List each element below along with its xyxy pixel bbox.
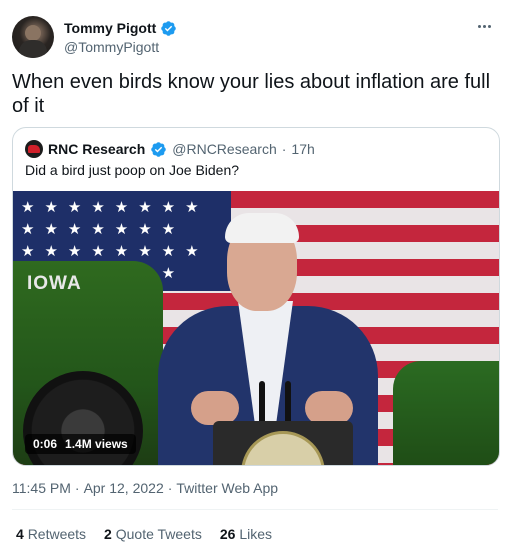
avatar-head-shape [25,25,41,41]
speaker-hand-left [191,391,239,425]
display-name-row: Tommy Pigott [64,20,177,37]
meta-separator: · [167,480,173,496]
quoted-age[interactable]: 17h [291,141,314,157]
author-names: Tommy Pigott @TommyPigott [64,20,177,55]
speaker-hair [225,213,299,243]
likes-count: 26 [219,526,236,542]
more-dot [487,24,491,28]
iowa-banner-text: IOWA [27,273,82,294]
display-name[interactable]: Tommy Pigott [64,20,156,36]
retweets-stat[interactable]: 4 Retweets [16,526,86,542]
verified-badge-icon [151,141,167,157]
avatar[interactable] [12,16,54,58]
quoted-handle[interactable]: @RNCResearch [172,141,276,157]
likes-stat[interactable]: 26 Likes [220,526,272,542]
quoted-display-name[interactable]: RNC Research [48,141,145,157]
video-duration-badge: 0:06 1.4M views [25,434,136,454]
more-dot [482,24,486,28]
quoted-tweet-header: RNC Research @RNCResearch · 17h [25,140,315,158]
likes-label: Likes [239,526,273,542]
retweets-count: 4 [16,526,24,542]
tweet-meta: 11:45 PM · Apr 12, 2022 · Twitter Web Ap… [12,480,278,496]
video-views: 1.4M views [65,437,128,451]
quoted-separator: · [281,141,287,157]
divider [12,509,498,510]
tweet-source[interactable]: Twitter Web App [176,480,278,496]
tractor-right [393,361,499,465]
tweet-author: Tommy Pigott @TommyPigott [12,14,177,60]
quote-tweets-stat[interactable]: 2 Quote Tweets [104,526,202,542]
tweet: Tommy Pigott @TommyPigott When even bird… [0,0,510,551]
quotes-label: Quote Tweets [115,526,202,542]
quoted-tweet-text: Did a bird just poop on Joe Biden? [25,162,240,178]
video-duration: 0:06 [33,437,58,451]
tweet-text: When even birds know your lies about inf… [12,71,491,117]
video-player[interactable]: ★★★★★★★★ ★★★★★★★ ★★★★★★★★ ★★★★★★★ IOWA 0… [13,191,499,465]
meta-separator: · [74,480,80,496]
elephant-logo-icon [28,145,40,153]
more-dot [477,24,481,28]
tweet-stats: 4 Retweets 2 Quote Tweets 26 Likes [16,526,272,542]
quotes-count: 2 [104,526,112,542]
more-options-icon[interactable] [474,16,494,36]
speaker-hand-right [305,391,353,425]
quoted-tweet[interactable]: RNC Research @RNCResearch · 17h Did a bi… [12,127,500,466]
verified-badge-icon [161,20,177,36]
quoted-avatar [25,140,43,158]
author-handle[interactable]: @TommyPigott [64,39,177,55]
tweet-time[interactable]: 11:45 PM [12,480,71,496]
avatar-body-shape [19,40,47,58]
tweet-date[interactable]: Apr 12, 2022 [84,480,164,496]
retweets-label: Retweets [27,526,87,542]
